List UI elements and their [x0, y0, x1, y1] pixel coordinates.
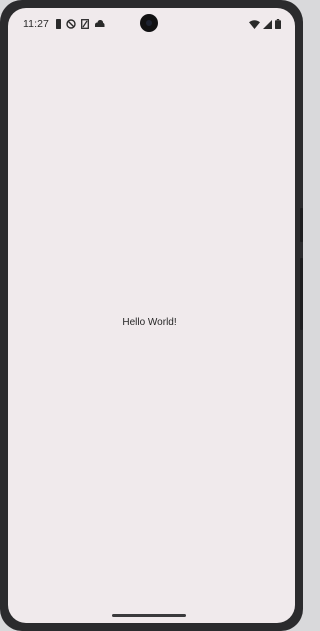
- power-button: [300, 208, 303, 242]
- gesture-navigation-handle[interactable]: [112, 614, 186, 617]
- system-icons: [249, 19, 281, 29]
- front-camera: [140, 14, 158, 32]
- battery-icon: [275, 19, 281, 29]
- hello-world-text: Hello World!: [122, 317, 177, 328]
- volume-rocker: [300, 258, 303, 330]
- phone-screen: 11:27 Hello World!: [8, 8, 295, 623]
- cloud-icon: [94, 19, 105, 29]
- device-frame: 11:27 Hello World!: [0, 0, 303, 631]
- sim-card-icon: [56, 19, 61, 29]
- status-bar: 11:27: [8, 8, 295, 38]
- cellular-signal-icon: [263, 19, 272, 29]
- wifi-icon: [249, 19, 260, 29]
- data-saver-icon: [81, 19, 89, 29]
- vpn-shield-icon: [66, 19, 76, 29]
- notification-icons: [56, 18, 105, 30]
- status-time: 11:27: [23, 18, 49, 30]
